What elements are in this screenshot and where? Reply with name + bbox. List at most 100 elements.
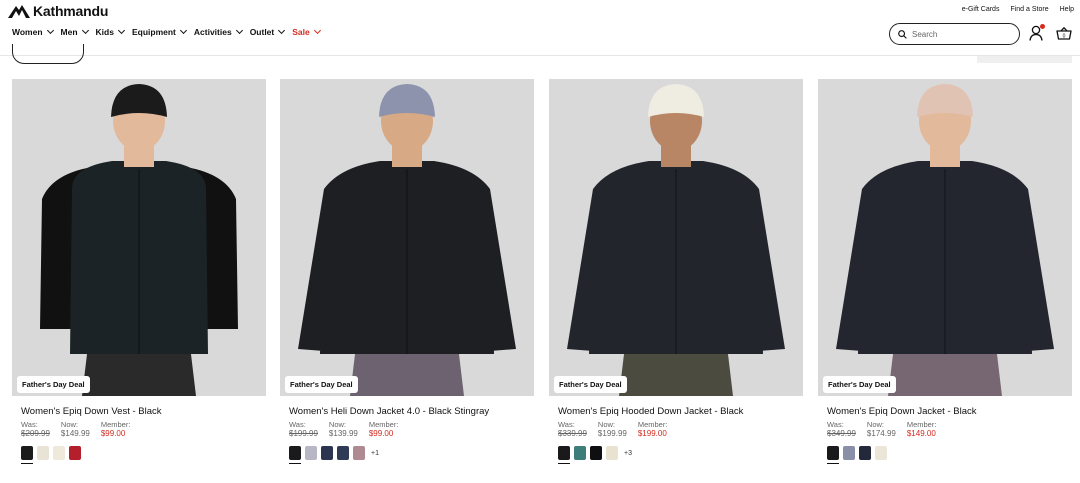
now-label: Now: [597, 420, 616, 429]
color-swatch[interactable] [21, 446, 33, 464]
color-swatch[interactable] [859, 446, 871, 460]
color-swatch[interactable] [53, 446, 65, 460]
now-label: Now: [328, 420, 347, 429]
member-price: $199.00 [637, 429, 667, 438]
product-title[interactable]: Women's Heli Down Jacket 4.0 - Black Sti… [289, 406, 534, 417]
product-card[interactable]: Father's Day Deal Women's Heli Down Jack… [280, 79, 534, 464]
was-price: $349.99 [827, 429, 856, 438]
nav-label: Women [12, 27, 43, 37]
nav-men[interactable]: Men [60, 26, 89, 37]
chevron-down-icon [313, 26, 321, 35]
nav-label: Men [60, 27, 78, 37]
chevron-down-icon [81, 26, 89, 35]
mountain-logo-icon [8, 5, 30, 18]
product-image[interactable]: Father's Day Deal [818, 79, 1072, 396]
chevron-down-icon [179, 26, 187, 35]
color-swatch[interactable] [606, 446, 618, 460]
color-swatch[interactable] [574, 446, 586, 460]
search-box[interactable] [889, 23, 1020, 45]
color-swatch[interactable] [843, 446, 855, 460]
chevron-down-icon [46, 26, 54, 35]
find-store-link[interactable]: Find a Store [1010, 6, 1048, 13]
filter-button[interactable] [12, 44, 84, 64]
now-price: $139.99 [328, 429, 358, 438]
site-header: Kathmandu e-Gift Cards Find a Store Help… [0, 0, 1080, 56]
nav-kids[interactable]: Kids [95, 26, 126, 37]
more-colors-link[interactable]: +3 [624, 450, 632, 457]
main-nav: Women Men Kids Equipment Activities Outl… [12, 26, 321, 37]
product-card[interactable]: Father's Day Deal Women's Epiq Down Jack… [818, 79, 1072, 464]
member-price: $149.00 [906, 429, 936, 438]
nav-outlet[interactable]: Outlet [249, 26, 286, 37]
now-label: Now: [60, 420, 79, 429]
was-label: Was: [558, 420, 575, 429]
notification-dot [1040, 24, 1045, 29]
brand-name: Kathmandu [33, 3, 109, 19]
color-swatches [827, 446, 1072, 464]
model-photo [549, 79, 803, 396]
nav-label: Equipment [131, 27, 176, 37]
now-price: $199.99 [597, 429, 627, 438]
color-swatch[interactable] [827, 446, 839, 464]
color-swatch[interactable] [875, 446, 887, 460]
member-label: Member: [906, 420, 937, 429]
sort-dropdown[interactable] [977, 56, 1072, 63]
model-photo [818, 79, 1072, 396]
brand-logo[interactable]: Kathmandu [8, 3, 108, 19]
was-label: Was: [21, 420, 38, 429]
chevron-down-icon [117, 26, 126, 35]
cart-button[interactable]: 0 [1056, 26, 1072, 45]
more-colors-link[interactable]: +1 [371, 450, 379, 457]
product-image[interactable]: Father's Day Deal [12, 79, 266, 396]
member-price: $99.00 [100, 429, 126, 438]
nav-sale[interactable]: Sale [292, 26, 321, 37]
gift-cards-link[interactable]: e-Gift Cards [962, 6, 1000, 13]
color-swatch[interactable] [321, 446, 333, 460]
help-link[interactable]: Help [1060, 6, 1074, 13]
color-swatch[interactable] [289, 446, 301, 464]
svg-text:0: 0 [1063, 33, 1066, 39]
member-label: Member: [637, 420, 668, 429]
color-swatch[interactable] [305, 446, 317, 460]
member-price: $99.00 [368, 429, 394, 438]
color-swatch[interactable] [37, 446, 49, 460]
color-swatches: +3 [558, 446, 803, 464]
deal-badge: Father's Day Deal [554, 376, 627, 393]
chevron-down-icon [235, 26, 243, 35]
now-price: $174.99 [866, 429, 896, 438]
price-block: Was: $349.99 Now: $174.99 Member: $149.00 [827, 420, 1072, 438]
product-image[interactable]: Father's Day Deal [549, 79, 803, 396]
model-photo [12, 79, 266, 396]
color-swatch[interactable] [558, 446, 570, 464]
account-button[interactable] [1029, 24, 1045, 46]
nav-label: Sale [292, 27, 310, 37]
chevron-down-icon [278, 26, 286, 35]
nav-activities[interactable]: Activities [193, 26, 243, 37]
product-card[interactable]: Father's Day Deal Women's Epiq Hooded Do… [549, 79, 803, 464]
utility-links: e-Gift Cards Find a Store Help [962, 6, 1074, 13]
member-label: Member: [368, 420, 399, 429]
nav-label: Activities [193, 27, 232, 37]
basket-icon: 0 [1056, 26, 1072, 40]
color-swatch[interactable] [353, 446, 365, 460]
nav-label: Kids [95, 27, 114, 37]
product-card[interactable]: Father's Day Deal Women's Epiq Down Vest… [12, 79, 266, 464]
deal-badge: Father's Day Deal [285, 376, 358, 393]
color-swatch[interactable] [590, 446, 602, 460]
color-swatch[interactable] [337, 446, 349, 460]
nav-women[interactable]: Women [12, 26, 54, 37]
product-title[interactable]: Women's Epiq Down Jacket - Black [827, 406, 1072, 417]
was-label: Was: [827, 420, 844, 429]
color-swatch[interactable] [69, 446, 81, 460]
member-label: Member: [100, 420, 131, 429]
was-price: $209.99 [21, 429, 50, 438]
product-title[interactable]: Women's Epiq Down Vest - Black [21, 406, 266, 417]
search-input[interactable] [912, 29, 1007, 39]
now-label: Now: [866, 420, 885, 429]
product-image[interactable]: Father's Day Deal [280, 79, 534, 396]
nav-equipment[interactable]: Equipment [131, 26, 187, 37]
deal-badge: Father's Day Deal [17, 376, 90, 393]
nav-label: Outlet [249, 27, 275, 37]
was-price: $339.99 [558, 429, 587, 438]
product-title[interactable]: Women's Epiq Hooded Down Jacket - Black [558, 406, 803, 417]
